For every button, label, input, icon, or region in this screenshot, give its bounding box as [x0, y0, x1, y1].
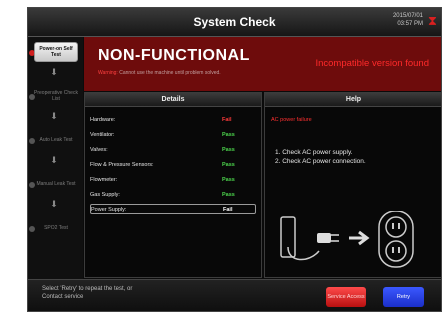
detail-row-selected[interactable]: Power Supply: Fail	[90, 204, 256, 214]
detail-label: Power Supply:	[91, 207, 127, 213]
status-title: NON-FUNCTIONAL	[98, 47, 250, 64]
detail-label: Hardware:	[90, 117, 116, 123]
detail-result: Pass	[222, 192, 235, 198]
help-step: 2. Check AC power connection.	[275, 158, 366, 165]
time-text: 03:57 PM	[397, 21, 423, 27]
service-access-button[interactable]: Service Access	[326, 287, 366, 307]
detail-result: Pass	[222, 147, 235, 153]
detail-row[interactable]: Flowmeter: Pass	[90, 175, 256, 185]
detail-label: Flow & Pressure Sensors:	[90, 162, 154, 168]
detail-result: Pass	[222, 132, 235, 138]
help-steps: 1. Check AC power supply. 2. Check AC po…	[275, 148, 366, 166]
date-text: 2015/07/01	[392, 13, 423, 19]
footer-line: Select 'Retry' to repeat the test, or	[42, 286, 133, 292]
step-manual-leak-test[interactable]: Manual Leak Test	[34, 174, 78, 194]
details-heading: Details	[85, 93, 261, 107]
date-time: 2015/07/01 03:57 PM	[393, 12, 423, 28]
step-auto-leak-test[interactable]: Auto Leak Test	[34, 130, 78, 150]
incompatible-version-message: Incompatible version found	[315, 58, 429, 69]
ac-plug-illustration-icon	[280, 211, 414, 268]
retry-button[interactable]: Retry	[383, 287, 424, 307]
details-panel: Details Hardware: Fail Ventilator: Pass …	[84, 92, 262, 278]
page-title: System Check	[193, 15, 276, 29]
detail-row[interactable]: Ventilator: Pass	[90, 130, 256, 140]
detail-row[interactable]: Gas Supply: Pass	[90, 190, 256, 200]
detail-result: Fail	[223, 207, 233, 213]
help-heading: Help	[265, 93, 441, 107]
detail-label: Valves:	[90, 147, 108, 153]
system-check-screen: System Check 2015/07/01 03:57 PM ⧗ Power…	[27, 7, 442, 312]
warning-text: Cannot use the machine until problem sol…	[119, 70, 221, 76]
detail-row[interactable]: Flow & Pressure Sensors: Pass	[90, 160, 256, 170]
arrow-down-icon: ⬇	[50, 155, 58, 165]
footer-line: Contact service	[42, 294, 84, 300]
step-spo2-test[interactable]: SPO2 Test	[34, 218, 78, 238]
arrow-down-icon: ⬇	[50, 67, 58, 77]
help-step: 1. Check AC power supply.	[275, 149, 353, 156]
arrow-down-icon: ⬇	[50, 199, 58, 209]
step-preoperative-check-list[interactable]: Preoperative Check List	[34, 86, 78, 106]
test-steps-sidebar: Power-on Self Test ⬇ Preoperative Check …	[28, 37, 83, 279]
detail-label: Flowmeter:	[90, 177, 118, 183]
step-power-on-self-test[interactable]: Power-on Self Test	[34, 42, 78, 62]
detail-result: Fail	[222, 117, 232, 123]
detail-row[interactable]: Hardware: Fail	[90, 115, 256, 125]
footer-bar: Select 'Retry' to repeat the test, or Co…	[28, 279, 441, 311]
footer-message: Select 'Retry' to repeat the test, or Co…	[42, 285, 132, 301]
hourglass-icon: ⧗	[427, 13, 437, 28]
header-bar: System Check 2015/07/01 03:57 PM ⧗	[28, 8, 441, 37]
warning-prefix: Warning:	[98, 70, 118, 76]
arrow-down-icon: ⬇	[50, 111, 58, 121]
warning-line: Warning: Cannot use the machine until pr…	[98, 70, 221, 76]
detail-label: Gas Supply:	[90, 192, 120, 198]
detail-row[interactable]: Valves: Pass	[90, 145, 256, 155]
detail-label: Ventilator:	[90, 132, 115, 138]
detail-result: Pass	[222, 177, 235, 183]
help-panel: Help AC power failure 1. Check AC power …	[264, 92, 441, 278]
status-banner: NON-FUNCTIONAL Warning: Cannot use the m…	[84, 37, 441, 91]
help-title: AC power failure	[271, 117, 312, 123]
detail-result: Pass	[222, 162, 235, 168]
